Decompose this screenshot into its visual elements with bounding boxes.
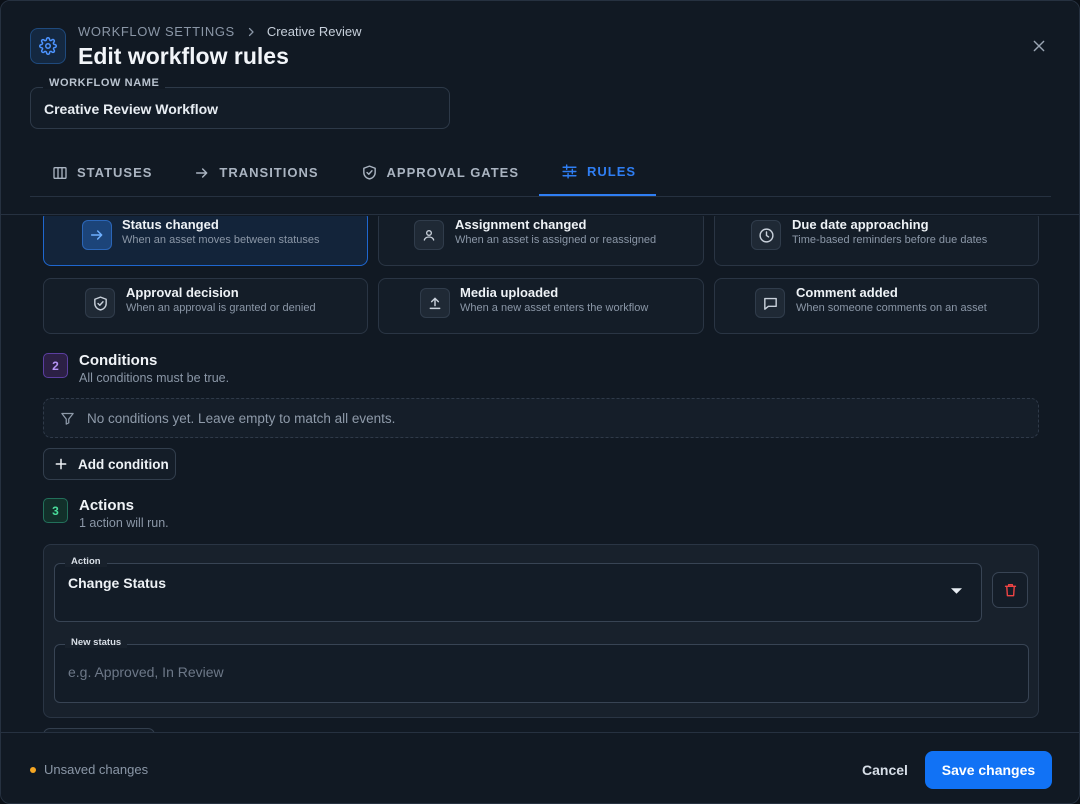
tab-label: RULES xyxy=(587,164,637,179)
close-icon xyxy=(1033,40,1045,52)
trigger-media-uploaded[interactable]: Media uploaded When a new asset enters t… xyxy=(378,278,704,334)
breadcrumb: WORKFLOW SETTINGS Creative Review xyxy=(78,24,361,39)
trigger-due-date-approaching[interactable]: Due date approaching Time-based reminder… xyxy=(714,216,1039,266)
conditions-empty-text: No conditions yet. Leave empty to match … xyxy=(87,410,396,426)
tab-label: STATUSES xyxy=(77,165,153,180)
arrow-right-icon xyxy=(82,220,112,250)
actions-title: Actions xyxy=(79,497,135,514)
page-title: Edit workflow rules xyxy=(78,43,289,69)
tab-bar: STATUSES TRANSITIONS APPROVAL GATES RULE… xyxy=(30,149,1051,197)
cancel-button[interactable]: Cancel xyxy=(851,751,919,789)
action-selected-value: Change Status xyxy=(68,575,167,591)
filter-icon xyxy=(61,412,74,425)
workflow-name-field[interactable]: WORKFLOW NAME Creative Review Workflow xyxy=(30,77,450,129)
rules-content[interactable]: Status changed When an asset moves betwe… xyxy=(1,216,1079,732)
conditions-step-number: 2 xyxy=(43,353,68,378)
conditions-title: Conditions xyxy=(79,352,158,369)
user-icon xyxy=(414,220,444,250)
trigger-name: Status changed xyxy=(122,217,219,232)
trigger-desc: When someone comments on an asset xyxy=(796,302,987,314)
edit-workflow-modal: WORKFLOW SETTINGS Creative Review Edit w… xyxy=(0,0,1080,804)
clock-icon xyxy=(751,220,781,250)
workflow-name-value[interactable]: Creative Review Workflow xyxy=(44,101,218,117)
sliders-icon xyxy=(562,164,577,179)
add-condition-label: Add condition xyxy=(78,456,169,472)
new-status-input[interactable] xyxy=(68,664,968,680)
unsaved-text: Unsaved changes xyxy=(44,762,149,777)
trash-icon xyxy=(1004,584,1016,597)
conditions-empty-state: No conditions yet. Leave empty to match … xyxy=(43,398,1039,438)
conditions-subtitle: All conditions must be true. xyxy=(79,371,230,385)
breadcrumb-root[interactable]: WORKFLOW SETTINGS xyxy=(78,24,235,39)
chevron-right-icon xyxy=(245,26,257,38)
tab-approval-gates[interactable]: APPROVAL GATES xyxy=(339,149,539,196)
shield-check-icon xyxy=(362,165,376,180)
new-status-field[interactable]: New status xyxy=(54,637,1029,703)
delete-action-button[interactable] xyxy=(992,572,1028,608)
add-condition-button[interactable]: Add condition xyxy=(43,448,176,480)
trigger-desc: When an asset is assigned or reassigned xyxy=(455,234,657,246)
arrow-right-icon xyxy=(196,167,208,178)
unsaved-indicator: Unsaved changes xyxy=(30,762,148,777)
tab-label: TRANSITIONS xyxy=(219,165,319,180)
action-card: Action Change Status New status xyxy=(43,544,1039,718)
breadcrumb-current: Creative Review xyxy=(266,24,362,39)
caret-down-icon xyxy=(951,588,962,594)
trigger-desc: When an approval is granted or denied xyxy=(126,302,316,314)
columns-icon xyxy=(53,166,67,179)
new-status-label: New status xyxy=(65,637,128,648)
save-button[interactable]: Save changes xyxy=(925,751,1052,789)
close-button[interactable] xyxy=(1027,34,1051,58)
modal-footer: Unsaved changes Cancel Save changes xyxy=(1,732,1079,803)
trigger-name: Comment added xyxy=(796,285,898,300)
action-select[interactable]: Action Change Status xyxy=(54,556,982,622)
trigger-name: Approval decision xyxy=(126,285,239,300)
trigger-approval-decision[interactable]: Approval decision When an approval is gr… xyxy=(43,278,368,334)
actions-subtitle: 1 action will run. xyxy=(79,516,169,530)
trigger-name: Due date approaching xyxy=(792,217,929,232)
trigger-comment-added[interactable]: Comment added When someone comments on a… xyxy=(714,278,1039,334)
tab-transitions[interactable]: TRANSITIONS xyxy=(172,149,338,196)
trigger-desc: When an asset moves between statuses xyxy=(122,234,320,246)
action-label: Action xyxy=(65,556,107,567)
trigger-status-changed[interactable]: Status changed When an asset moves betwe… xyxy=(43,216,368,266)
trigger-desc: When a new asset enters the workflow xyxy=(460,302,649,314)
unsaved-dot-icon xyxy=(30,766,36,773)
modal-header: WORKFLOW SETTINGS Creative Review Edit w… xyxy=(1,1,1079,215)
workflow-name-label: WORKFLOW NAME xyxy=(43,77,166,89)
plus-icon xyxy=(55,458,67,470)
upload-icon xyxy=(420,288,450,318)
tab-rules[interactable]: RULES xyxy=(539,149,657,196)
trigger-desc: Time-based reminders before due dates xyxy=(792,234,988,246)
trigger-name: Media uploaded xyxy=(460,285,559,300)
tab-label: APPROVAL GATES xyxy=(386,165,520,180)
trigger-name: Assignment changed xyxy=(455,217,587,232)
trigger-assignment-changed[interactable]: Assignment changed When an asset is assi… xyxy=(378,216,704,266)
gear-icon xyxy=(30,28,66,64)
comment-icon xyxy=(755,288,785,318)
tab-statuses[interactable]: STATUSES xyxy=(30,149,172,196)
actions-step-number: 3 xyxy=(43,498,68,523)
shield-check-icon xyxy=(85,288,115,318)
